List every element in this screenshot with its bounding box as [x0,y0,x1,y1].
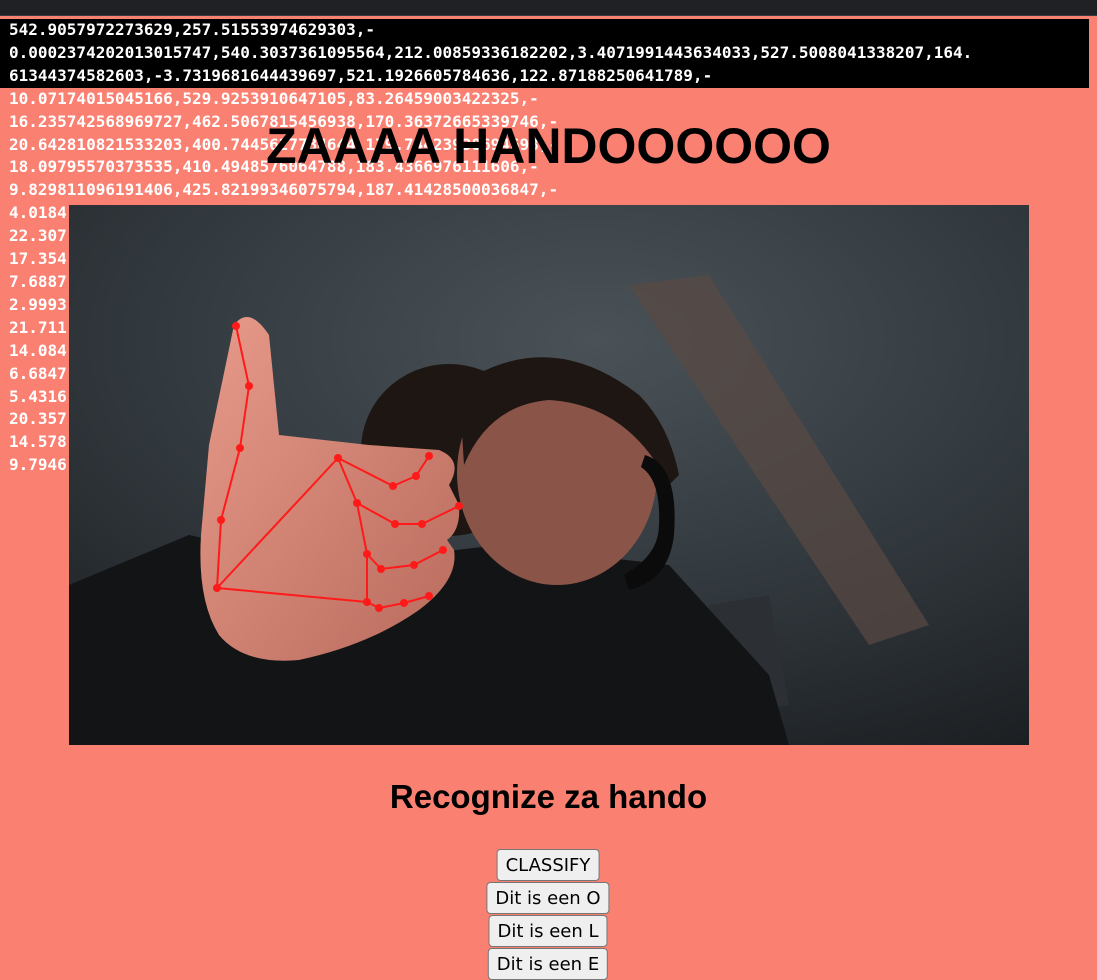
landmark-point [217,516,225,524]
landmark-point [213,584,221,592]
landmark-point [412,472,420,480]
webcam-frame [69,205,1029,745]
label-l-button[interactable]: Dit is een L [488,915,608,947]
landmark-point [353,499,361,507]
log-line: 22.307 [9,226,67,246]
label-o-button[interactable]: Dit is een O [486,882,610,914]
landmark-point [425,592,433,600]
landmark-point [334,454,342,462]
landmark-point [236,444,244,452]
landmark-point [455,502,463,510]
webcam-video-canvas [69,205,1029,745]
section-heading: Recognize za hando [389,778,708,815]
landmark-point [418,520,426,528]
log-line: 21.711 [9,317,67,337]
log-line: 7.6887 [9,271,67,291]
log-line: 17.354 [9,249,67,269]
log-line: 6.6847 [9,363,67,383]
landmark-point [391,520,399,528]
browser-top-bar [0,0,1097,16]
log-line: 542.9057972273629,257.51553974629303,- [0,19,1089,42]
log-line: 61344374582603,-3.7319681644439697,521.1… [0,64,1089,88]
landmark-point [400,599,408,607]
landmark-point [389,482,397,490]
log-line: 5.4316 [9,386,67,406]
log-line: 0.0002374202013015747,540.3037361095564,… [0,41,1089,65]
log-line: 9.829811096191406,425.82199346075794,187… [9,180,559,200]
landmark-point [425,452,433,460]
classify-button[interactable]: CLASSIFY [496,849,600,881]
landmark-point [375,604,383,612]
landmark-point [377,565,385,573]
landmark-point [410,561,418,569]
page-title: ZAAAA HANDOOOOOO [266,118,831,174]
landmark-point [439,546,447,554]
landmark-point [363,598,371,606]
landmark-point [363,550,371,558]
log-line: 14.578 [9,432,67,452]
landmark-point [245,382,253,390]
log-line: 14.084 [9,340,67,360]
landmark-point [232,322,240,330]
log-line: 9.7946 [9,455,67,475]
label-e-button[interactable]: Dit is een E [487,948,609,980]
log-line: 4.0184 [9,203,67,223]
log-line: 2.9993 [9,294,67,314]
log-line: 20.357 [9,409,67,429]
log-line: 10.07174015045166,529.9253910647105,83.2… [9,88,539,108]
